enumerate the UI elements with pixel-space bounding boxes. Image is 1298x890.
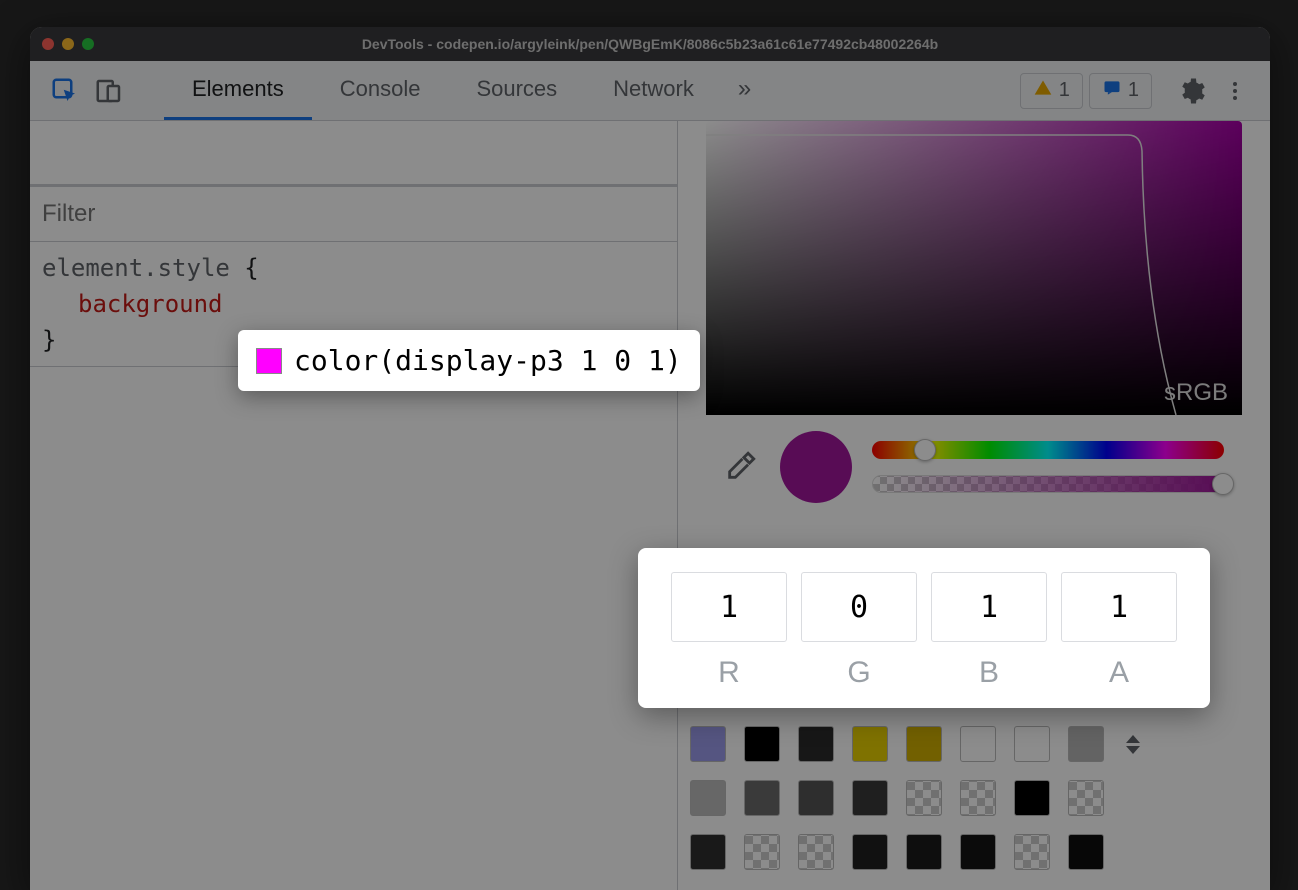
palette-swatch[interactable] <box>1068 780 1104 816</box>
palette-swatch[interactable] <box>690 834 726 870</box>
palette-swatch[interactable] <box>960 726 996 762</box>
palette-swatch[interactable] <box>690 780 726 816</box>
component-g-input[interactable] <box>801 572 917 642</box>
more-tabs-icon[interactable]: » <box>722 61 767 120</box>
palette-swatch[interactable] <box>744 780 780 816</box>
window-controls <box>42 38 94 50</box>
picker-controls <box>706 415 1242 515</box>
palette-swatch[interactable] <box>690 726 726 762</box>
palette-swatches <box>690 726 1140 870</box>
palette-swatch[interactable] <box>798 726 834 762</box>
palette-swatch[interactable] <box>852 780 888 816</box>
component-b-input[interactable] <box>931 572 1047 642</box>
palette-swatch[interactable] <box>960 780 996 816</box>
palette-swatch[interactable] <box>1014 726 1050 762</box>
styles-panel: element.style { background } <box>30 121 678 890</box>
current-color-swatch <box>780 431 852 503</box>
kebab-menu-icon[interactable] <box>1216 72 1254 110</box>
warning-count: 1 <box>1059 79 1070 102</box>
window-title: DevTools - codepen.io/argyleink/pen/QWBg… <box>30 36 1270 52</box>
filter-row <box>30 186 677 242</box>
message-count: 1 <box>1128 79 1139 102</box>
palette-swatch[interactable] <box>906 834 942 870</box>
dom-tree-placeholder <box>30 121 677 185</box>
main-toolbar: Elements Console Sources Network » 1 1 <box>30 61 1270 121</box>
color-value-popup[interactable]: color(display-p3 1 0 1) <box>238 330 700 391</box>
hue-thumb[interactable] <box>914 439 936 461</box>
css-close-brace: } <box>42 326 56 354</box>
message-icon <box>1102 78 1122 104</box>
palette-sort-icon[interactable] <box>1126 735 1140 754</box>
titlebar: DevTools - codepen.io/argyleink/pen/QWBg… <box>30 27 1270 61</box>
warnings-badge[interactable]: 1 <box>1020 73 1083 109</box>
palette-row <box>690 834 1140 870</box>
palette-swatch[interactable] <box>1068 726 1104 762</box>
component-a-input[interactable] <box>1061 572 1177 642</box>
palette-swatch[interactable] <box>960 834 996 870</box>
tab-elements[interactable]: Elements <box>164 61 312 120</box>
messages-badge[interactable]: 1 <box>1089 73 1152 109</box>
device-toggle-icon[interactable] <box>90 72 128 110</box>
warning-icon <box>1033 78 1053 104</box>
alpha-slider[interactable] <box>872 475 1224 493</box>
tab-console[interactable]: Console <box>312 61 449 120</box>
css-property[interactable]: background <box>78 290 223 318</box>
inspect-element-icon[interactable] <box>46 72 84 110</box>
minimize-icon[interactable] <box>62 38 74 50</box>
component-r-input[interactable] <box>671 572 787 642</box>
component-r-label: R <box>718 656 740 690</box>
palette-swatch[interactable] <box>852 834 888 870</box>
tab-network[interactable]: Network <box>585 61 722 120</box>
gamut-boundary-line <box>706 121 1242 415</box>
styles-filter-input[interactable] <box>42 200 665 228</box>
maximize-icon[interactable] <box>82 38 94 50</box>
panel-tabs: Elements Console Sources Network » <box>164 61 767 120</box>
spectrum-field[interactable]: sRGB <box>706 121 1242 415</box>
gamut-label: sRGB <box>1164 379 1228 407</box>
tab-sources[interactable]: Sources <box>448 61 585 120</box>
component-a-label: A <box>1109 656 1129 690</box>
alpha-thumb[interactable] <box>1212 473 1234 495</box>
palette-swatch[interactable] <box>1014 834 1050 870</box>
palette-swatch[interactable] <box>744 834 780 870</box>
eyedropper-icon[interactable] <box>724 449 760 485</box>
color-swatch-icon[interactable] <box>256 348 282 374</box>
palette-swatch[interactable] <box>744 726 780 762</box>
hue-slider[interactable] <box>872 441 1224 459</box>
palette-row <box>690 780 1140 816</box>
settings-icon[interactable] <box>1172 72 1210 110</box>
palette-swatch[interactable] <box>906 726 942 762</box>
close-icon[interactable] <box>42 38 54 50</box>
palette-swatch[interactable] <box>1068 834 1104 870</box>
palette-swatch[interactable] <box>798 834 834 870</box>
component-b-label: B <box>979 656 999 690</box>
rgba-inputs-popup: R G B A <box>638 548 1210 708</box>
palette-swatch[interactable] <box>852 726 888 762</box>
component-g-label: G <box>847 656 870 690</box>
palette-swatch[interactable] <box>1014 780 1050 816</box>
palette-swatch[interactable] <box>798 780 834 816</box>
color-value-text[interactable]: color(display-p3 1 0 1) <box>294 344 682 377</box>
palette-row <box>690 726 1140 762</box>
palette-swatch[interactable] <box>906 780 942 816</box>
css-selector: element.style <box>42 254 230 282</box>
